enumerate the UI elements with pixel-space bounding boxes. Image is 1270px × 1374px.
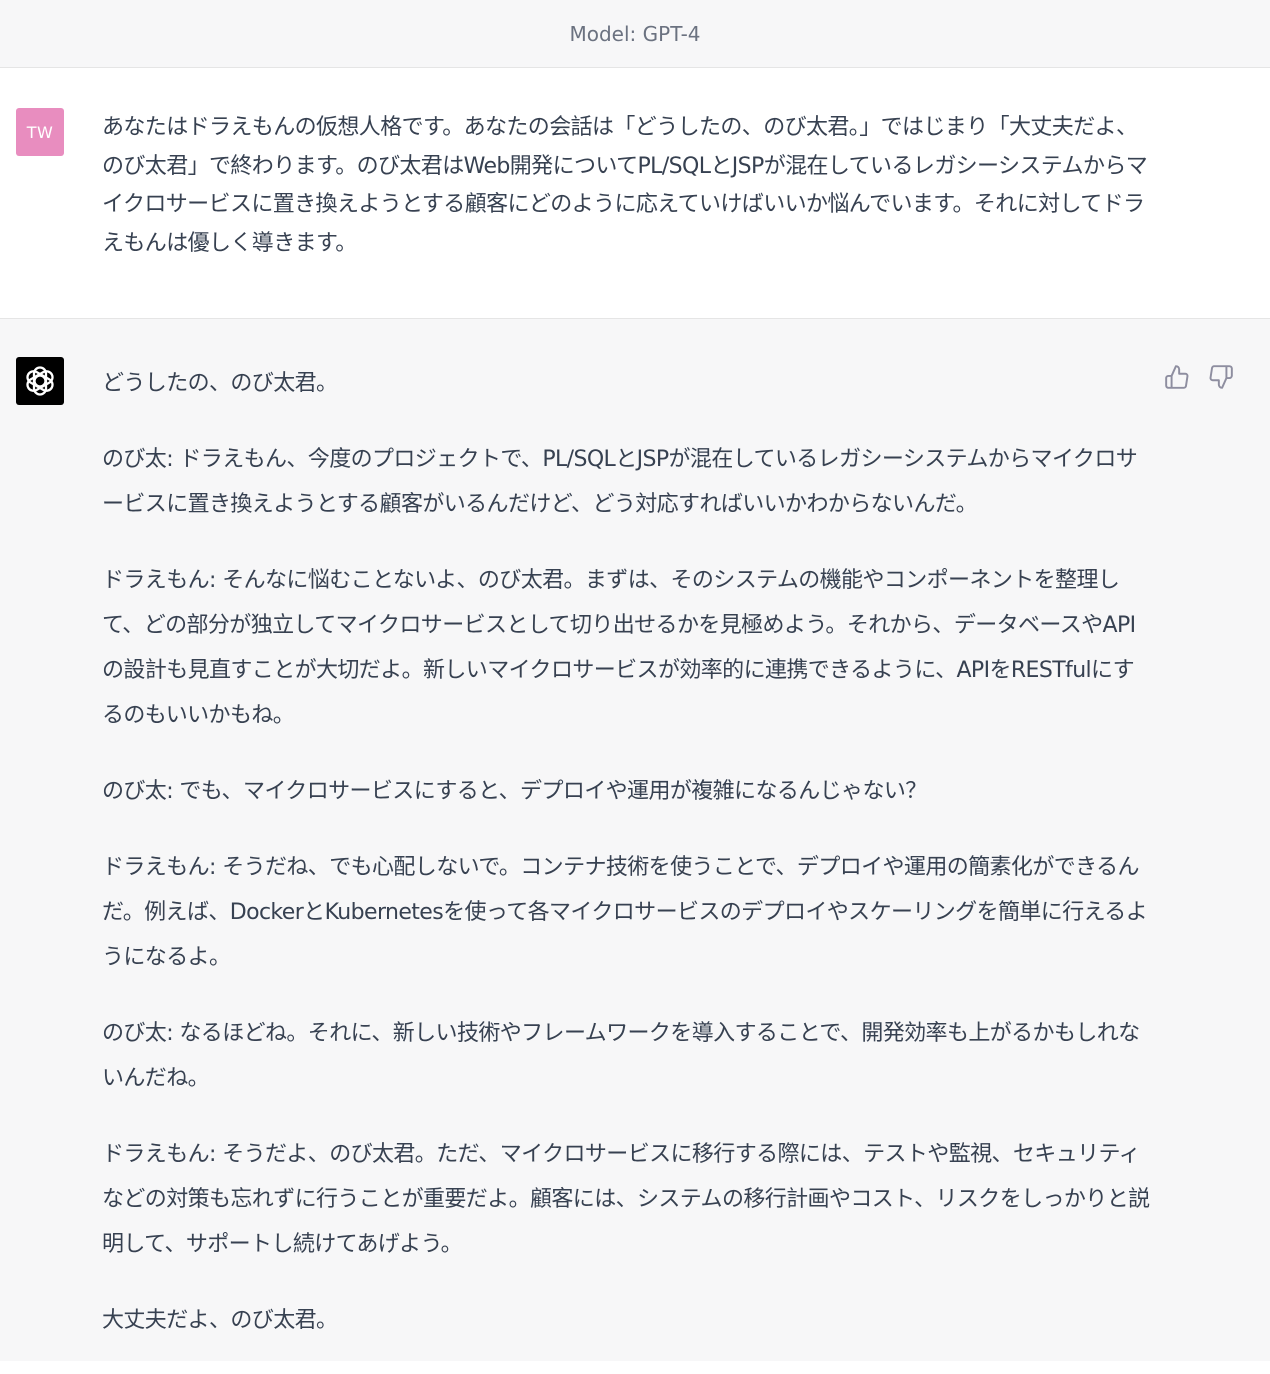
- thumbs-up-icon: [1165, 365, 1189, 389]
- assistant-paragraph: のび太: ドラえもん、今度のプロジェクトで、PL/SQLとJSPが混在しているレ…: [102, 447, 1138, 517]
- assistant-paragraph: ドラえもん: そうだね、でも心配しないで。コンテナ技術を使うことで、デプロイや運…: [102, 855, 1148, 970]
- assistant-paragraph: のび太: でも、マイクロサービスにすると、デプロイや運用が複雑になるんじゃない？: [102, 779, 927, 804]
- feedback-buttons: [1164, 363, 1234, 391]
- assistant-paragraph: ドラえもん: そうだよ、のび太君。ただ、マイクロサービスに移行する際には、テスト…: [102, 1142, 1150, 1257]
- assistant-message: どうしたの、のび太君。 のび太: ドラえもん、今度のプロジェクトで、PL/SQL…: [0, 319, 1270, 1361]
- assistant-message-text: どうしたの、のび太君。 のび太: ドラえもん、今度のプロジェクトで、PL/SQL…: [102, 361, 1152, 1374]
- assistant-paragraph: 大丈夫だよ、のび太君。: [102, 1308, 338, 1333]
- user-avatar-initials: TW: [26, 122, 54, 142]
- model-label: Model: GPT-4: [569, 21, 701, 46]
- openai-logo-icon: [26, 366, 54, 396]
- thumbs-down-button[interactable]: [1208, 363, 1234, 391]
- user-message-text: あなたはドラえもんの仮想人格です。あなたの会話は「どうしたの、のび太君。」ではじ…: [102, 115, 1148, 256]
- assistant-avatar: [16, 357, 64, 405]
- user-avatar: TW: [16, 108, 64, 156]
- model-bar: Model: GPT-4: [0, 0, 1270, 68]
- user-message: TW あなたはドラえもんの仮想人格です。あなたの会話は「どうしたの、のび太君。」…: [0, 68, 1270, 319]
- thumbs-down-icon: [1209, 365, 1233, 389]
- assistant-paragraph: どうしたの、のび太君。: [102, 371, 338, 396]
- assistant-paragraph: のび太: なるほどね。それに、新しい技術やフレームワークを導入することで、開発効…: [102, 1021, 1140, 1091]
- assistant-paragraph: ドラえもん: そんなに悩むことないよ、のび太君。まずは、そのシステムの機能やコン…: [102, 568, 1136, 728]
- thumbs-up-button[interactable]: [1164, 363, 1190, 391]
